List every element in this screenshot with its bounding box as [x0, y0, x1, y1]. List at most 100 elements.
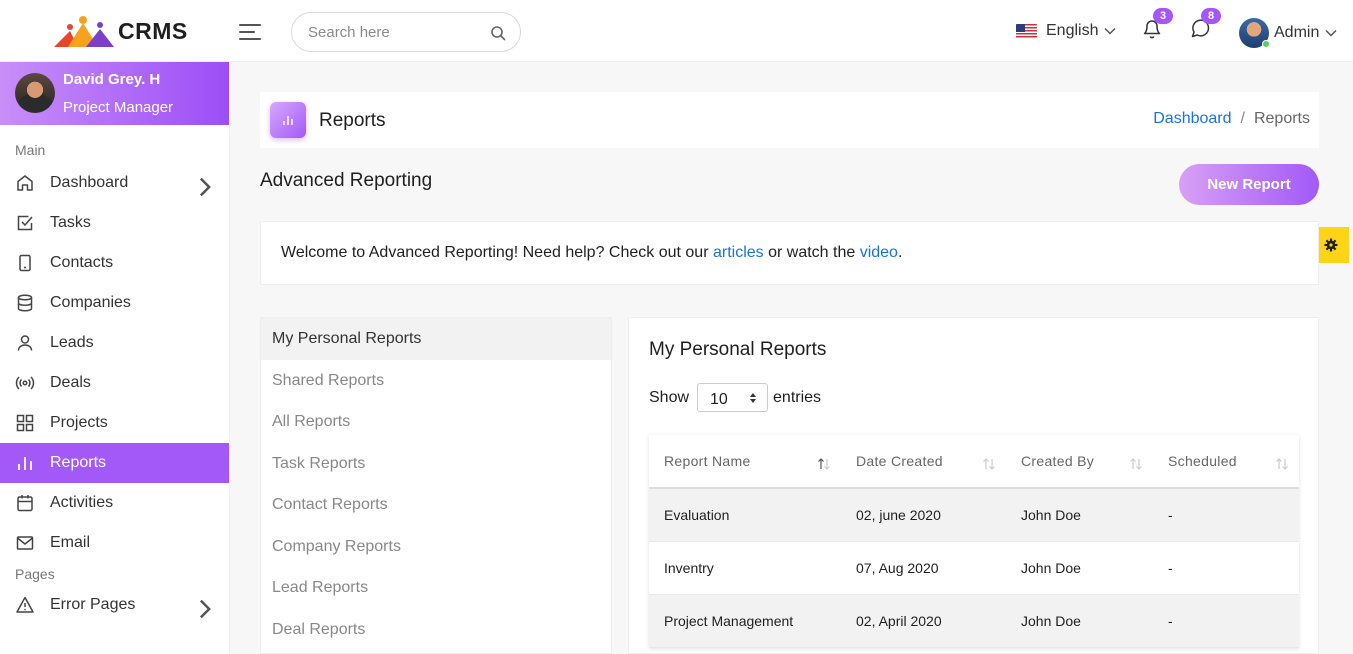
phone-icon [19, 254, 31, 272]
sidebar-item-label: Email [50, 534, 91, 551]
bar-chart-icon [18, 457, 32, 470]
welcome-banner: Welcome to Advanced Reporting! Need help… [260, 221, 1319, 285]
check-square-icon [17, 215, 33, 231]
cell-scheduled: - [1153, 541, 1299, 595]
hamburger-line [239, 38, 261, 40]
report-menu-shared[interactable]: Shared Reports [261, 360, 611, 402]
chevron-down-icon [1325, 29, 1337, 37]
video-link[interactable]: video [860, 244, 898, 261]
column-header-report-name[interactable]: Report Name [649, 435, 841, 489]
entries-value: 10 [710, 391, 728, 408]
sidebar-item-reports[interactable]: Reports [0, 443, 229, 483]
column-header-scheduled[interactable]: Scheduled [1153, 435, 1299, 489]
menu-toggle-button[interactable] [239, 24, 261, 40]
articles-link[interactable]: articles [713, 244, 764, 261]
home-icon [17, 175, 33, 191]
sidebar-item-companies[interactable]: Companies [0, 283, 229, 323]
sidebar-item-activities[interactable]: Activities [0, 483, 229, 523]
card-title: My Personal Reports [649, 339, 827, 360]
sidebar-item-label: Projects [50, 414, 108, 431]
entries-select[interactable]: 10 [697, 383, 769, 412]
section-heading: Advanced Reporting [260, 170, 433, 191]
messages-badge: 8 [1201, 8, 1221, 24]
messages-button[interactable]: 8 [1190, 8, 1221, 46]
page-header: Reports Dashboard / Reports [260, 92, 1319, 148]
table-row[interactable]: Evaluation 02, june 2020 John Doe - [649, 488, 1299, 542]
column-header-label: Created By [1021, 453, 1095, 469]
cell-date-created: 02, june 2020 [841, 488, 1006, 542]
sidebar: David Grey. H Project Manager Main Dashb… [0, 62, 230, 654]
report-menu-lead[interactable]: Lead Reports [261, 567, 611, 609]
report-menu-all[interactable]: All Reports [261, 401, 611, 443]
page-title: Reports [319, 110, 386, 131]
column-header-label: Date Created [856, 453, 943, 469]
report-menu-deal[interactable]: Deal Reports [261, 609, 611, 651]
column-header-label: Report Name [664, 453, 751, 469]
sidebar-item-tasks[interactable]: Tasks [0, 203, 229, 243]
sidebar-item-projects[interactable]: Projects [0, 403, 229, 443]
column-header-created-by[interactable]: Created By [1006, 435, 1153, 489]
breadcrumb-current: Reports [1253, 110, 1310, 127]
profile-avatar [15, 73, 55, 113]
show-label: Show [649, 388, 690, 406]
user-icon [17, 335, 33, 351]
breadcrumb-separator: / [1240, 110, 1245, 127]
report-menu-contact[interactable]: Contact Reports [261, 484, 611, 526]
table-row[interactable]: Inventry 07, Aug 2020 John Doe - [649, 541, 1299, 595]
hamburger-line [239, 24, 261, 26]
bar-chart-icon [283, 116, 293, 125]
sidebar-item-label: Reports [50, 454, 107, 471]
sidebar-item-leads[interactable]: Leads [0, 323, 229, 363]
us-flag-icon [1016, 23, 1037, 39]
search-input[interactable] [308, 24, 488, 41]
table-row[interactable]: Project Management 02, April 2020 John D… [649, 594, 1299, 648]
search-box [291, 12, 521, 52]
cell-date-created: 02, April 2020 [841, 594, 1006, 648]
table-header-row: Report Name Date Created Created By Sche… [649, 435, 1299, 489]
sidebar-item-deals[interactable]: Deals [0, 363, 229, 403]
select-caret-icon [750, 393, 757, 403]
broadcast-icon [15, 376, 35, 390]
notifications-button[interactable]: 3 [1142, 8, 1173, 46]
user-menu[interactable]: Admin [1239, 18, 1337, 48]
sidebar-item-email[interactable]: Email [0, 523, 229, 563]
language-selector[interactable]: English [1016, 22, 1117, 40]
reports-page-icon [270, 102, 306, 138]
sort-asc-icon [818, 458, 830, 470]
report-menu-company[interactable]: Company Reports [261, 526, 611, 568]
sidebar-item-dashboard[interactable]: Dashboard [0, 163, 229, 203]
breadcrumb-dashboard-link[interactable]: Dashboard [1153, 110, 1231, 128]
logo[interactable]: CRMS [50, 13, 188, 49]
breadcrumb: Dashboard / Reports [1153, 110, 1310, 128]
cell-scheduled: - [1153, 594, 1299, 648]
section-title-main: Main [15, 142, 46, 158]
sort-icon [983, 458, 995, 470]
cell-report-name: Inventry [649, 541, 841, 595]
profile-role: Project Manager [63, 99, 174, 116]
column-header-date-created[interactable]: Date Created [841, 435, 1006, 489]
cell-created-by: John Doe [1006, 594, 1153, 648]
report-menu-my-personal[interactable]: My Personal Reports [261, 318, 611, 360]
new-report-button[interactable]: New Report [1179, 164, 1319, 205]
top-header: CRMS English [0, 0, 1353, 62]
sidebar-item-error-pages[interactable]: Error Pages [0, 585, 229, 625]
search-icon[interactable] [490, 25, 506, 41]
welcome-text: . [897, 244, 903, 261]
sidebar-profile[interactable]: David Grey. H Project Manager [0, 62, 229, 125]
sidebar-item-label: Leads [50, 334, 94, 351]
welcome-text: Welcome to Advanced Reporting! Need help… [281, 244, 713, 261]
chevron-right-icon [199, 599, 211, 619]
reports-table-wrapper: Report Name Date Created Created By Sche… [649, 435, 1299, 648]
cell-created-by: John Doe [1006, 488, 1153, 542]
logo-text: CRMS [118, 17, 188, 44]
column-header-label: Scheduled [1168, 453, 1237, 469]
sidebar-item-contacts[interactable]: Contacts [0, 243, 229, 283]
user-menu-label: Admin [1274, 24, 1320, 41]
report-menu-task[interactable]: Task Reports [261, 443, 611, 485]
sort-icon [1276, 458, 1288, 470]
avatar [1239, 18, 1270, 48]
cell-scheduled: - [1153, 488, 1299, 542]
gear-icon [1324, 238, 1338, 252]
mail-icon [16, 536, 34, 550]
reports-table: Report Name Date Created Created By Sche… [649, 435, 1299, 648]
